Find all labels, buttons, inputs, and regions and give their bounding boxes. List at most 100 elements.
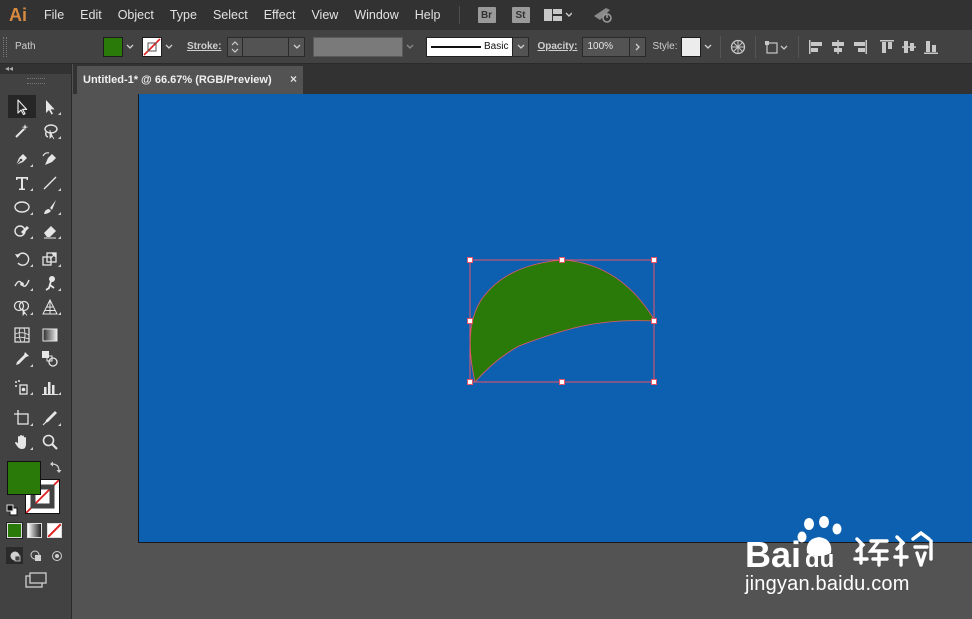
slice-tool[interactable]	[36, 406, 64, 429]
menu-view[interactable]: View	[303, 0, 346, 30]
menu-effect[interactable]: Effect	[256, 0, 304, 30]
eyedropper-tool[interactable]	[8, 347, 36, 370]
fill-swatch[interactable]	[103, 36, 123, 57]
bounding-box-handle-middle-left[interactable]	[467, 318, 473, 324]
stroke-dropdown-chevron-down-icon[interactable]	[162, 37, 175, 57]
zoom-tool[interactable]	[36, 430, 64, 453]
tools-panel-grip[interactable]	[26, 78, 45, 84]
horizontal-align-center-icon[interactable]	[830, 39, 846, 55]
gpu-performance-icon[interactable]	[592, 6, 614, 24]
color-mode-button[interactable]	[6, 522, 23, 539]
selection-tool[interactable]	[8, 95, 36, 118]
document-tab[interactable]: Untitled-1* @ 66.67% (RGB/Preview) ×	[77, 66, 303, 94]
mesh-tool[interactable]	[8, 323, 36, 346]
vertical-align-center-icon[interactable]	[901, 39, 917, 55]
fill-color-swatch[interactable]	[7, 461, 41, 495]
shaper-tool[interactable]	[8, 219, 36, 242]
stroke-weight-stepper[interactable]	[227, 36, 244, 57]
style-chevron-down-icon[interactable]	[701, 37, 714, 57]
stroke-weight-input[interactable]	[243, 36, 290, 57]
perspective-grid-tool[interactable]	[36, 295, 64, 318]
paintbrush-tool[interactable]	[36, 195, 64, 218]
menu-type[interactable]: Type	[162, 0, 205, 30]
width-tool[interactable]	[8, 271, 36, 294]
stroke-weight-chevron-down-icon[interactable]	[289, 36, 306, 57]
default-fill-stroke-icon[interactable]	[6, 503, 18, 516]
control-separator	[720, 35, 722, 58]
brush-chevron-down-icon[interactable]	[513, 36, 530, 57]
arrange-documents-icon[interactable]	[543, 8, 572, 22]
menu-object[interactable]: Object	[110, 0, 162, 30]
brush-definition[interactable]: Basic	[426, 36, 514, 57]
vertical-align-bottom-icon[interactable]	[923, 39, 939, 55]
tool-row	[8, 195, 64, 218]
bounding-box-handle-top-center[interactable]	[559, 257, 565, 263]
fill-dropdown-chevron-down-icon[interactable]	[123, 37, 136, 57]
opacity-label[interactable]: Opacity:	[537, 41, 577, 52]
ellipse-tool[interactable]	[8, 195, 36, 218]
fill-stroke-widget	[6, 460, 66, 516]
document-tab-title: Untitled-1* @ 66.67% (RGB/Preview)	[83, 74, 272, 86]
stock-button[interactable]: St	[511, 7, 530, 23]
opacity-input[interactable]: 100%	[582, 36, 631, 57]
tool-row	[8, 171, 64, 194]
lasso-tool[interactable]	[36, 119, 64, 142]
pen-tool[interactable]	[8, 147, 36, 170]
swap-fill-stroke-icon[interactable]	[50, 460, 62, 473]
selected-path-shape[interactable]	[469, 259, 656, 383]
gradient-tool[interactable]	[36, 323, 64, 346]
bounding-box-handle-middle-right[interactable]	[651, 318, 657, 324]
shape-builder-tool[interactable]	[8, 295, 36, 318]
type-tool[interactable]	[8, 171, 36, 194]
gradient-mode-button[interactable]	[27, 523, 42, 538]
bounding-box-handle-top-left[interactable]	[467, 257, 473, 263]
draw-inside-icon[interactable]	[48, 547, 65, 564]
tool-row	[8, 147, 64, 170]
hand-tool[interactable]	[8, 430, 36, 453]
menu-file[interactable]: File	[36, 0, 72, 30]
draw-behind-icon[interactable]	[27, 547, 44, 564]
opacity-chevron-right-icon[interactable]	[630, 36, 647, 57]
menu-help[interactable]: Help	[407, 0, 449, 30]
tool-row	[8, 295, 64, 318]
recolor-artwork-icon[interactable]	[730, 39, 746, 55]
artboard[interactable]	[138, 94, 972, 543]
control-bar: Path Stroke: Basic Opacity: 100% Style:	[0, 30, 972, 64]
symbol-sprayer-tool[interactable]	[8, 375, 36, 398]
width-profile-chevron-down-icon[interactable]	[403, 37, 416, 57]
control-bar-grip[interactable]	[3, 36, 7, 57]
bounding-box-handle-bottom-left[interactable]	[467, 379, 473, 385]
graphic-style-swatch[interactable]	[681, 36, 702, 57]
change-screen-mode-icon[interactable]	[24, 571, 48, 589]
bounding-box-handle-bottom-center[interactable]	[559, 379, 565, 385]
artboard-tool[interactable]	[8, 406, 36, 429]
column-graph-tool[interactable]	[36, 375, 64, 398]
variable-width-profile[interactable]	[313, 36, 404, 57]
tool-row	[8, 95, 64, 118]
stroke-label[interactable]: Stroke:	[187, 41, 221, 52]
rotate-tool[interactable]	[8, 247, 36, 270]
horizontal-align-right-icon[interactable]	[852, 39, 868, 55]
horizontal-align-left-icon[interactable]	[808, 39, 824, 55]
bridge-button[interactable]: Br	[477, 7, 496, 23]
blend-tool[interactable]	[36, 347, 64, 370]
puppet-warp-tool[interactable]	[36, 271, 64, 294]
align-to-icon[interactable]	[765, 39, 789, 55]
magic-wand-tool[interactable]	[8, 119, 36, 142]
direct-selection-tool[interactable]	[36, 95, 64, 118]
bounding-box-handle-top-right[interactable]	[651, 257, 657, 263]
stroke-swatch[interactable]	[142, 36, 162, 57]
menu-window[interactable]: Window	[346, 0, 406, 30]
line-segment-tool[interactable]	[36, 171, 64, 194]
menu-edit[interactable]: Edit	[72, 0, 110, 30]
menu-select[interactable]: Select	[205, 0, 256, 30]
tools-panel-collapse-icon[interactable]: ◂◂	[0, 64, 71, 74]
eraser-tool[interactable]	[36, 219, 64, 242]
draw-normal-icon[interactable]	[6, 547, 23, 564]
curvature-tool[interactable]	[36, 147, 64, 170]
scale-tool[interactable]	[36, 247, 64, 270]
bounding-box-handle-bottom-right[interactable]	[651, 379, 657, 385]
none-mode-button[interactable]	[47, 523, 62, 538]
close-icon[interactable]: ×	[290, 73, 297, 85]
vertical-align-top-icon[interactable]	[879, 39, 895, 55]
